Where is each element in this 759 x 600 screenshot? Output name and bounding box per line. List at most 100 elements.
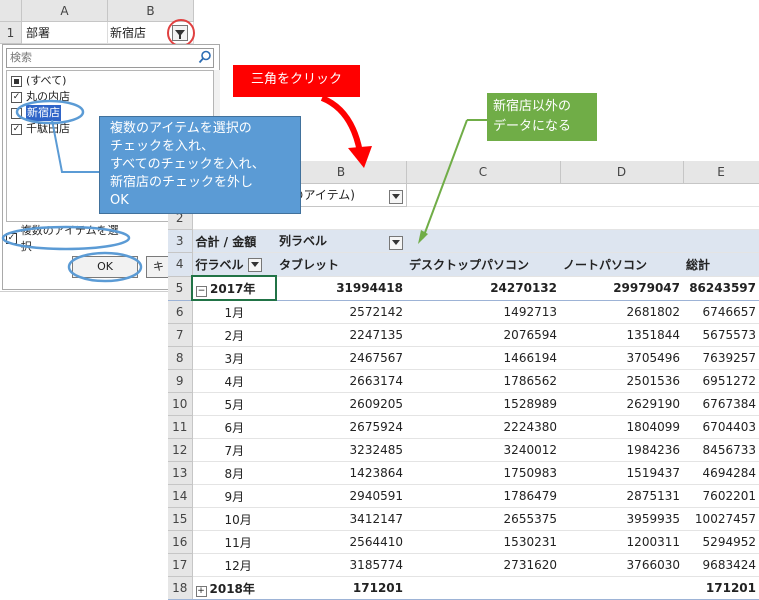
dropdown-arrow-icon[interactable] xyxy=(247,258,262,272)
row-label-cell[interactable]: 行ラベル xyxy=(192,252,276,277)
value-cell[interactable]: 171201 xyxy=(276,576,406,600)
value-cell[interactable]: 9683424 xyxy=(683,553,759,577)
month-label[interactable]: 12月 xyxy=(192,553,276,577)
column-header-c[interactable]: C xyxy=(406,161,561,184)
column-header-a[interactable]: A xyxy=(22,0,108,22)
value-cell[interactable]: 2076594 xyxy=(406,323,560,347)
value-cell[interactable]: 6704403 xyxy=(683,415,759,439)
value-cell[interactable]: 2681802 xyxy=(560,300,683,324)
value-cell[interactable]: 7639257 xyxy=(683,346,759,370)
value-cell[interactable]: 86243597 xyxy=(683,276,759,301)
row-header[interactable]: 10 xyxy=(168,392,193,416)
value-cell[interactable]: 7602201 xyxy=(683,484,759,508)
value-cell[interactable]: 2731620 xyxy=(406,553,560,577)
value-cell[interactable]: 2940591 xyxy=(276,484,406,508)
row-header-3[interactable]: 3 xyxy=(168,229,193,253)
row-header[interactable]: 12 xyxy=(168,438,193,462)
year-cell-2017[interactable]: −2017年 xyxy=(191,275,277,301)
value-cell[interactable]: 10027457 xyxy=(683,507,759,531)
value-cell[interactable] xyxy=(560,576,683,600)
row-header[interactable]: 14 xyxy=(168,484,193,508)
value-cell[interactable]: 2629190 xyxy=(560,392,683,416)
value-cell[interactable]: 1530231 xyxy=(406,530,560,554)
value-cell[interactable]: 3185774 xyxy=(276,553,406,577)
value-cell[interactable]: 2609205 xyxy=(276,392,406,416)
value-cell[interactable]: 1786562 xyxy=(406,369,560,393)
row-header[interactable]: 6 xyxy=(168,300,193,324)
filter-funnel-icon[interactable] xyxy=(388,190,403,204)
value-cell[interactable]: 1750983 xyxy=(406,461,560,485)
row-header[interactable]: 9 xyxy=(168,369,193,393)
month-label[interactable]: 5月 xyxy=(192,392,276,416)
row-header-18[interactable]: 18 xyxy=(168,576,193,600)
value-cell[interactable]: 2224380 xyxy=(406,415,560,439)
year-cell-2018[interactable]: +2018年 xyxy=(192,576,276,600)
value-cell[interactable]: 6746657 xyxy=(683,300,759,324)
value-cell[interactable]: 171201 xyxy=(683,576,759,600)
row-header[interactable]: 17 xyxy=(168,553,193,577)
filter-search-input[interactable]: 検索 xyxy=(6,48,214,68)
value-cell[interactable]: 1492713 xyxy=(406,300,560,324)
month-label[interactable]: 7月 xyxy=(192,438,276,462)
value-cell[interactable]: 1423864 xyxy=(276,461,406,485)
row-header-4[interactable]: 4 xyxy=(168,252,193,277)
value-cell[interactable]: 6767384 xyxy=(683,392,759,416)
row-header[interactable]: 7 xyxy=(168,323,193,347)
month-label[interactable]: 1月 xyxy=(192,300,276,324)
value-cell[interactable]: 1200311 xyxy=(560,530,683,554)
row-header[interactable]: 13 xyxy=(168,461,193,485)
column-header-e[interactable]: E xyxy=(683,161,759,184)
value-cell[interactable]: 2467567 xyxy=(276,346,406,370)
value-cell[interactable]: 1351844 xyxy=(560,323,683,347)
value-cell[interactable]: 2663174 xyxy=(276,369,406,393)
row-header[interactable]: 11 xyxy=(168,415,193,439)
column-header-d[interactable]: D xyxy=(560,161,684,184)
value-cell[interactable]: 29979047 xyxy=(560,276,683,301)
dropdown-arrow-icon[interactable] xyxy=(389,236,403,250)
value-cell[interactable]: 2675924 xyxy=(276,415,406,439)
select-all-corner[interactable] xyxy=(0,0,22,22)
value-cell[interactable]: 2247135 xyxy=(276,323,406,347)
month-label[interactable]: 9月 xyxy=(192,484,276,508)
checkbox-partial-icon[interactable] xyxy=(11,75,22,87)
row-header[interactable]: 15 xyxy=(168,507,193,531)
month-label[interactable]: 4月 xyxy=(192,369,276,393)
value-cell[interactable]: 5675573 xyxy=(683,323,759,347)
value-cell[interactable]: 3240012 xyxy=(406,438,560,462)
cell-a1[interactable]: 部署 xyxy=(22,22,108,44)
month-label[interactable]: 6月 xyxy=(192,415,276,439)
value-cell[interactable]: 1466194 xyxy=(406,346,560,370)
value-cell[interactable]: 5294952 xyxy=(683,530,759,554)
value-cell[interactable]: 3959935 xyxy=(560,507,683,531)
value-cell[interactable]: 2501536 xyxy=(560,369,683,393)
value-cell[interactable]: 3766030 xyxy=(560,553,683,577)
expand-icon[interactable]: + xyxy=(195,585,207,597)
value-cell[interactable]: 3232485 xyxy=(276,438,406,462)
value-cell[interactable]: 4694284 xyxy=(683,461,759,485)
row-header[interactable]: 8 xyxy=(168,346,193,370)
value-cell[interactable]: 1786479 xyxy=(406,484,560,508)
value-cell[interactable]: 2655375 xyxy=(406,507,560,531)
value-cell[interactable]: 24270132 xyxy=(406,276,560,301)
value-cell[interactable]: 1804099 xyxy=(560,415,683,439)
month-label[interactable]: 10月 xyxy=(192,507,276,531)
month-label[interactable]: 2月 xyxy=(192,323,276,347)
row-header[interactable]: 16 xyxy=(168,530,193,554)
collapse-icon[interactable]: − xyxy=(196,285,207,297)
month-label[interactable]: 8月 xyxy=(192,461,276,485)
row-header-1[interactable]: 1 xyxy=(0,22,22,44)
value-cell[interactable]: 2875131 xyxy=(560,484,683,508)
column-label-cell[interactable]: 列ラベル xyxy=(276,229,406,253)
row-header-5[interactable]: 5 xyxy=(168,276,193,301)
filter-item-all[interactable]: (すべて) xyxy=(11,73,70,89)
value-cell[interactable]: 8456733 xyxy=(683,438,759,462)
value-cell[interactable]: 6951272 xyxy=(683,369,759,393)
value-cell[interactable]: 1984236 xyxy=(560,438,683,462)
value-cell[interactable]: 1519437 xyxy=(560,461,683,485)
value-cell[interactable]: 2564410 xyxy=(276,530,406,554)
value-cell[interactable]: 3412147 xyxy=(276,507,406,531)
value-cell[interactable] xyxy=(406,576,560,600)
value-cell[interactable]: 31994418 xyxy=(276,276,406,301)
value-cell[interactable]: 3705496 xyxy=(560,346,683,370)
value-cell[interactable]: 1528989 xyxy=(406,392,560,416)
